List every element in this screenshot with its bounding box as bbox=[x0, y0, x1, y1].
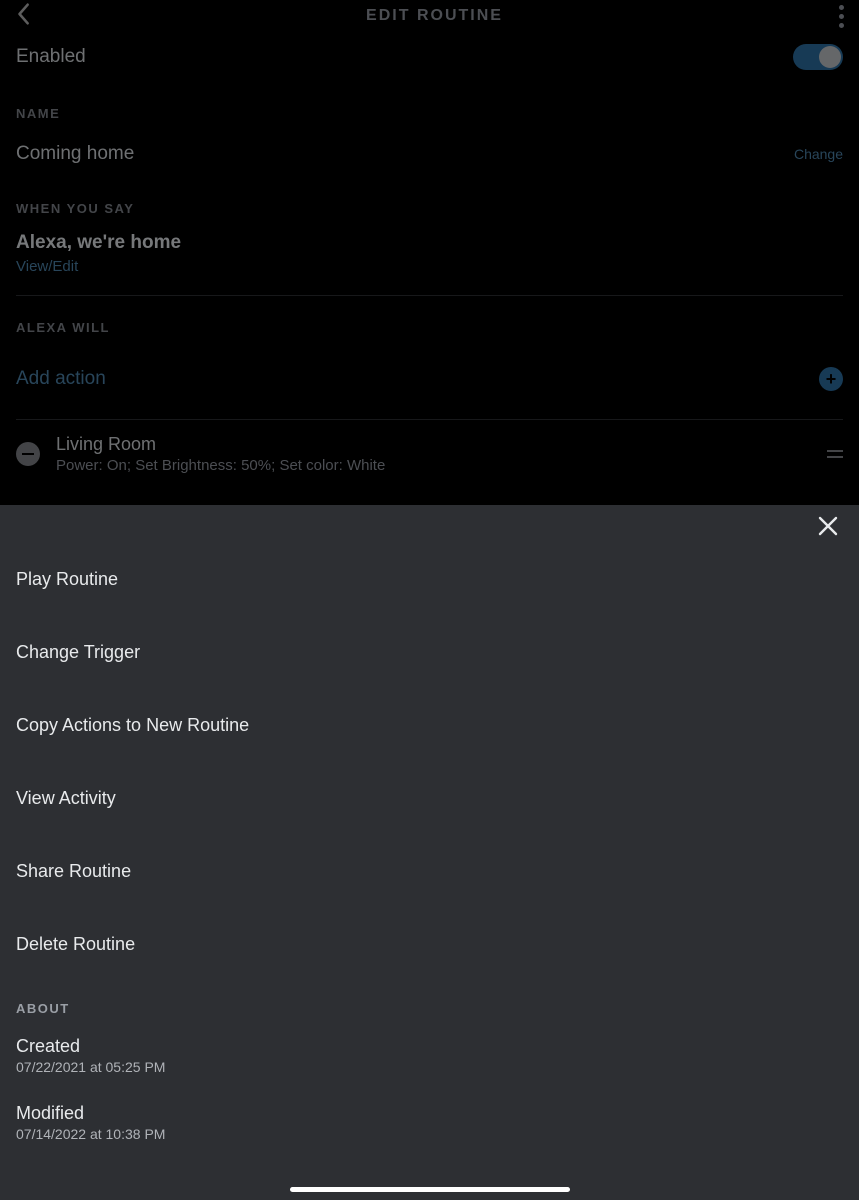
divider bbox=[16, 419, 843, 420]
trigger-section-label: WHEN YOU SAY bbox=[0, 177, 859, 226]
menu-share-routine[interactable]: Share Routine bbox=[0, 835, 859, 908]
menu-view-activity[interactable]: View Activity bbox=[0, 762, 859, 835]
about-section-label: ABOUT bbox=[0, 981, 859, 1026]
modified-value: 07/14/2022 at 10:38 PM bbox=[16, 1126, 843, 1142]
chevron-left-icon bbox=[16, 2, 30, 26]
drag-handle-icon[interactable] bbox=[827, 450, 843, 458]
trigger-phrase: Alexa, we're home bbox=[16, 232, 843, 254]
enabled-toggle[interactable] bbox=[793, 44, 843, 70]
add-action-row[interactable]: Add action + bbox=[0, 345, 859, 413]
add-action-label: Add action bbox=[16, 368, 819, 390]
modified-label: Modified bbox=[16, 1103, 843, 1124]
dot-icon bbox=[839, 23, 844, 28]
about-modified: Modified 07/14/2022 at 10:38 PM bbox=[0, 1093, 859, 1160]
menu-change-trigger[interactable]: Change Trigger bbox=[0, 616, 859, 689]
home-indicator[interactable] bbox=[290, 1187, 570, 1192]
back-button[interactable] bbox=[16, 2, 30, 31]
trigger-edit-link[interactable]: View/Edit bbox=[0, 256, 859, 289]
created-value: 07/22/2021 at 05:25 PM bbox=[16, 1059, 843, 1075]
enabled-row: Enabled bbox=[0, 32, 859, 82]
plus-icon: + bbox=[819, 367, 843, 391]
page-title: EDIT ROUTINE bbox=[30, 7, 839, 25]
action-content: Living Room Power: On; Set Brightness: 5… bbox=[56, 434, 811, 474]
menu-copy-actions[interactable]: Copy Actions to New Routine bbox=[0, 689, 859, 762]
menu-delete-routine[interactable]: Delete Routine bbox=[0, 908, 859, 981]
action-title: Living Room bbox=[56, 434, 811, 455]
created-label: Created bbox=[16, 1036, 843, 1057]
close-icon[interactable] bbox=[817, 515, 839, 537]
dot-icon bbox=[839, 14, 844, 19]
divider bbox=[16, 295, 843, 296]
name-section-label: NAME bbox=[0, 82, 859, 131]
header: EDIT ROUTINE bbox=[0, 0, 859, 32]
remove-action-button[interactable] bbox=[16, 442, 40, 466]
name-row[interactable]: Coming home Change bbox=[0, 131, 859, 177]
actions-section-label: ALEXA WILL bbox=[0, 296, 859, 345]
action-row[interactable]: Living Room Power: On; Set Brightness: 5… bbox=[0, 420, 859, 488]
change-name-link[interactable]: Change bbox=[794, 146, 843, 162]
about-created: Created 07/22/2021 at 05:25 PM bbox=[0, 1026, 859, 1093]
menu-play-routine[interactable]: Play Routine bbox=[0, 543, 859, 616]
enabled-label: Enabled bbox=[16, 46, 793, 68]
close-bar bbox=[0, 505, 859, 543]
dot-icon bbox=[839, 5, 844, 10]
minus-icon bbox=[22, 453, 34, 455]
more-menu-button[interactable] bbox=[839, 5, 843, 28]
trigger-row: Alexa, we're home bbox=[0, 226, 859, 256]
action-sheet: Play Routine Change Trigger Copy Actions… bbox=[0, 505, 859, 1200]
routine-name: Coming home bbox=[16, 143, 794, 165]
action-desc: Power: On; Set Brightness: 50%; Set colo… bbox=[56, 457, 811, 474]
